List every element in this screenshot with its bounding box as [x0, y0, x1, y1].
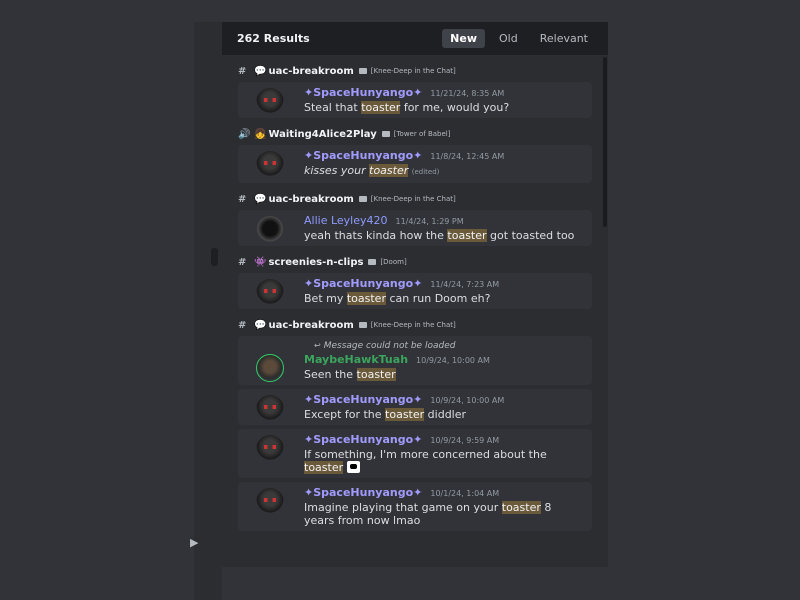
- message-text: Steal that toaster for me, would you?: [304, 101, 510, 114]
- channel-category: [Tower of Babel]: [393, 130, 451, 138]
- search-result-message[interactable]: ✦SpaceHunyango✦ 10/9/24, 9:59 AM If some…: [238, 429, 592, 478]
- author-name[interactable]: ✦SpaceHunyango✦: [304, 486, 422, 499]
- avatar[interactable]: [256, 488, 284, 516]
- left-side-strip: [194, 22, 222, 600]
- highlight: toaster: [346, 292, 386, 305]
- author-name[interactable]: MaybeHawkTuah: [304, 353, 408, 366]
- speaker-icon: 🔊: [238, 128, 251, 140]
- timestamp: 11/21/24, 8:35 AM: [430, 89, 505, 98]
- channel-category: [Knee-Deep in the Chat]: [370, 67, 456, 75]
- timestamp: 10/1/24, 1:04 AM: [430, 489, 500, 498]
- highlight: toaster: [361, 101, 401, 114]
- folder-icon: [358, 322, 367, 328]
- reply-icon: ↩: [314, 341, 321, 350]
- search-result-message[interactable]: ✦SpaceHunyango✦ 10/9/24, 10:00 AM Except…: [238, 389, 592, 425]
- channel-header[interactable]: # 💬 uac-breakroom [Knee-Deep in the Chat…: [238, 64, 592, 78]
- message-text: Imagine playing that game on your toaste…: [304, 501, 552, 527]
- channel-category: [Knee-Deep in the Chat]: [370, 195, 456, 203]
- channel-category: [Doom]: [380, 258, 407, 266]
- folder-icon: [368, 259, 377, 265]
- message-text: yeah thats kinda how the toaster got toa…: [304, 229, 575, 242]
- search-result-message[interactable]: Allie Leyley420 11/4/24, 1:29 PM yeah th…: [238, 210, 592, 246]
- channel-header[interactable]: # 💬 uac-breakroom [Knee-Deep in the Chat…: [238, 318, 592, 332]
- message-text: Bet my toaster can run Doom eh?: [304, 292, 491, 305]
- author-name[interactable]: ✦SpaceHunyango✦: [304, 149, 422, 162]
- timestamp: 10/9/24, 10:00 AM: [430, 396, 505, 405]
- search-result-message[interactable]: ✦SpaceHunyango✦ 11/8/24, 12:45 AM kisses…: [238, 145, 592, 183]
- folder-icon: [358, 196, 367, 202]
- channel-emoji: 👾: [254, 256, 267, 268]
- message-text: Seen the toaster: [304, 368, 396, 381]
- sort-tab-new[interactable]: New: [442, 29, 486, 48]
- edited-label: (edited): [411, 168, 440, 176]
- timestamp: 11/4/24, 1:29 PM: [395, 217, 464, 226]
- hash-icon: #: [238, 193, 247, 205]
- search-result-message[interactable]: ✦SpaceHunyango✦ 11/4/24, 7:23 AM Bet my …: [238, 273, 592, 309]
- search-results-panel: 262 Results New Old Relevant # 💬 uac-bre…: [222, 22, 608, 567]
- channel-name: uac-breakroom: [268, 193, 354, 205]
- sort-tab-relevant[interactable]: Relevant: [532, 29, 596, 48]
- avatar[interactable]: [256, 216, 284, 244]
- channel-category: [Knee-Deep in the Chat]: [370, 321, 456, 329]
- highlight: toaster: [385, 408, 425, 421]
- results-count: 262 Results: [237, 32, 310, 45]
- hash-icon: #: [238, 256, 247, 268]
- avatar[interactable]: [256, 151, 284, 179]
- channel-emoji: 👧: [254, 128, 267, 140]
- left-scrollbar[interactable]: [211, 248, 218, 266]
- search-result-message[interactable]: ✦SpaceHunyango✦ 11/21/24, 8:35 AM Steal …: [238, 82, 592, 118]
- custom-emoji-icon[interactable]: [347, 461, 361, 473]
- highlight: toaster: [447, 229, 487, 242]
- reply-reference[interactable]: ↩ Message could not be loaded: [314, 341, 584, 353]
- timestamp: 11/4/24, 7:23 AM: [430, 280, 500, 289]
- highlight: toaster: [369, 164, 409, 177]
- expand-arrow-icon[interactable]: ▶: [190, 536, 198, 549]
- channel-header[interactable]: 🔊 👧 Waiting4Alice2Play [Tower of Babel]: [238, 127, 592, 141]
- message-text: kisses your toaster (edited): [304, 164, 440, 177]
- avatar[interactable]: [256, 354, 284, 382]
- channel-emoji: 💬: [254, 319, 267, 331]
- timestamp: 10/9/24, 10:00 AM: [416, 356, 490, 365]
- author-name[interactable]: ✦SpaceHunyango✦: [304, 277, 422, 290]
- hash-icon: #: [238, 65, 247, 77]
- avatar[interactable]: [256, 435, 284, 463]
- results-list: # 💬 uac-breakroom [Knee-Deep in the Chat…: [222, 55, 606, 567]
- timestamp: 10/9/24, 9:59 AM: [430, 436, 500, 445]
- highlight: toaster: [304, 461, 344, 474]
- channel-header[interactable]: # 💬 uac-breakroom [Knee-Deep in the Chat…: [238, 192, 592, 206]
- channel-emoji: 💬: [254, 65, 267, 77]
- channel-name: Waiting4Alice2Play: [268, 128, 377, 140]
- timestamp: 11/8/24, 12:45 AM: [430, 152, 505, 161]
- message-text: If something, I'm more concerned about t…: [304, 448, 547, 474]
- results-scrollbar[interactable]: [603, 57, 607, 227]
- folder-icon: [358, 68, 367, 74]
- highlight: toaster: [356, 368, 396, 381]
- search-result-message[interactable]: ↩ Message could not be loaded MaybeHawkTu…: [238, 336, 592, 385]
- channel-header[interactable]: # 👾 screenies-n-clips [Doom]: [238, 255, 592, 269]
- channel-name: uac-breakroom: [268, 319, 354, 331]
- channel-emoji: 💬: [254, 193, 267, 205]
- highlight: toaster: [501, 501, 541, 514]
- folder-icon: [381, 131, 390, 137]
- results-header: 262 Results New Old Relevant: [222, 22, 608, 55]
- avatar[interactable]: [256, 88, 284, 116]
- avatar[interactable]: [256, 279, 284, 307]
- author-name[interactable]: Allie Leyley420: [304, 214, 388, 227]
- hash-icon: #: [238, 319, 247, 331]
- avatar[interactable]: [256, 395, 284, 423]
- author-name[interactable]: ✦SpaceHunyango✦: [304, 393, 422, 406]
- sort-tab-old[interactable]: Old: [491, 29, 526, 48]
- channel-name: uac-breakroom: [268, 65, 354, 77]
- author-name[interactable]: ✦SpaceHunyango✦: [304, 433, 422, 446]
- channel-name: screenies-n-clips: [268, 256, 364, 268]
- message-text: Except for the toaster diddler: [304, 408, 467, 421]
- author-name[interactable]: ✦SpaceHunyango✦: [304, 86, 422, 99]
- search-result-message[interactable]: ✦SpaceHunyango✦ 10/1/24, 1:04 AM Imagine…: [238, 482, 592, 531]
